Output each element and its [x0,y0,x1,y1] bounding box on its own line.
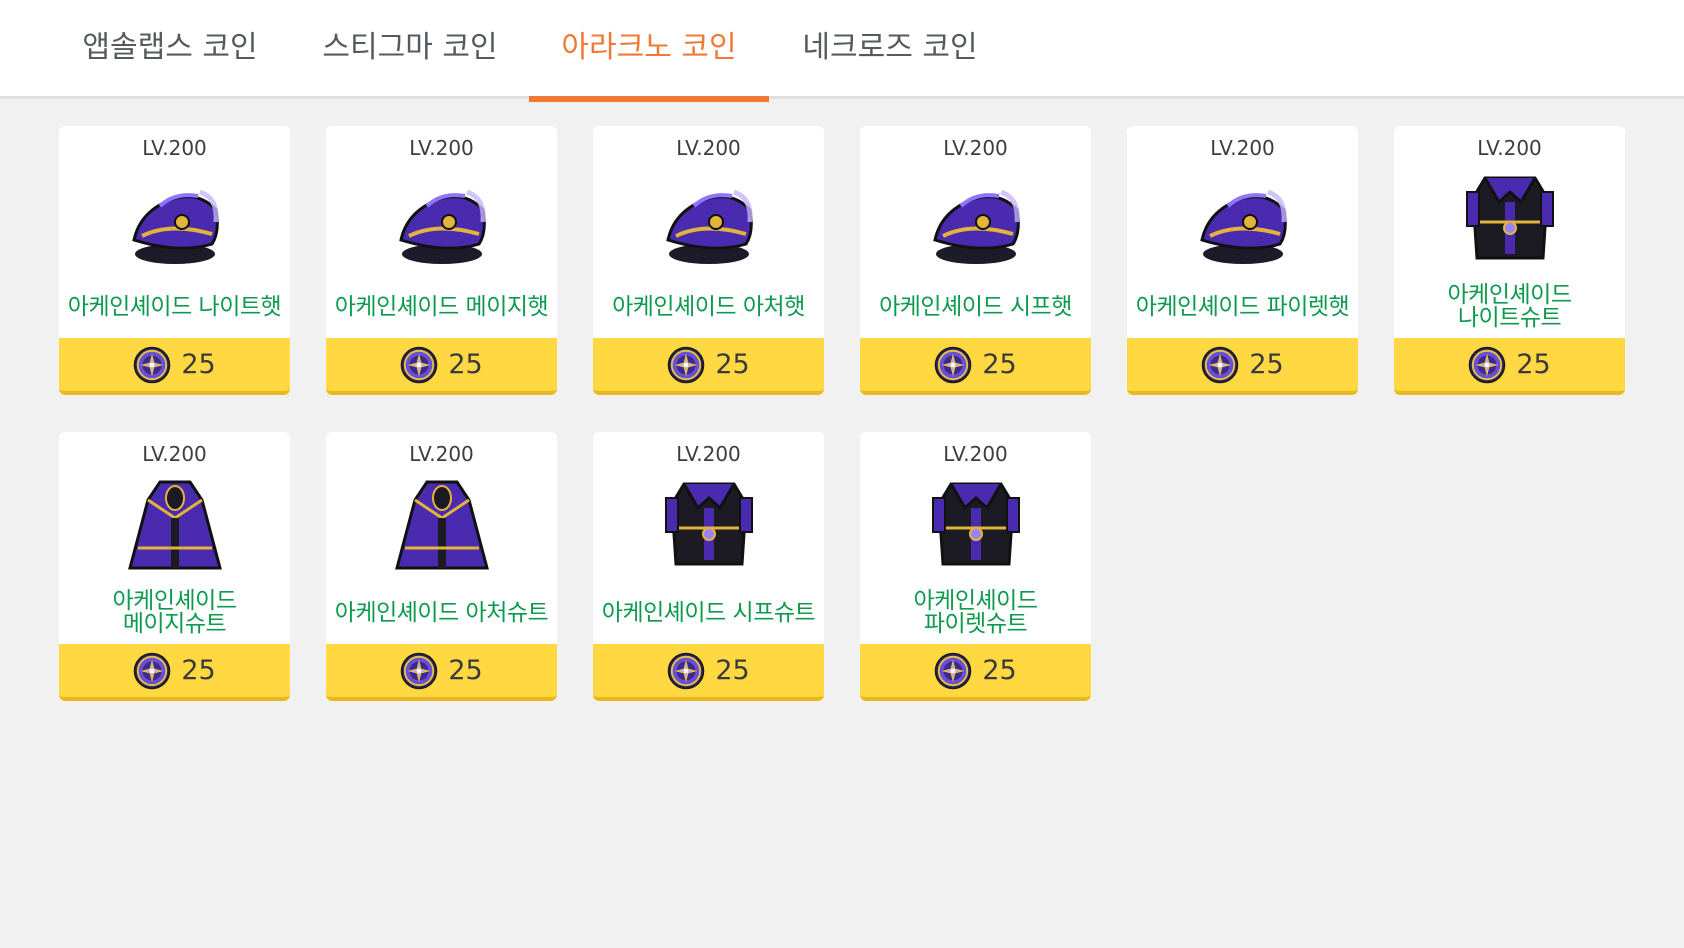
item-level: LV.200 [409,442,474,466]
item-grid: LV.200 아케인셰이드 나이트햇 25 LV.200 아케인셰이드 메이지햇… [59,126,1625,701]
suit-icon [921,468,1031,578]
item-name: 아케인셰이드 시프햇 [879,293,1072,320]
tab-arachno-coin[interactable]: 아라크노 코인 [529,0,769,102]
item-price: 25 [448,349,483,380]
item-level: LV.200 [409,136,474,160]
item-price-button[interactable]: 25 [860,644,1091,701]
tab-necro-coin[interactable]: 네크로즈 코인 [780,0,1000,99]
item-card[interactable]: LV.200 아케인셰이드 파이렛슈트 25 [860,432,1091,701]
robe-icon [387,468,497,578]
tab-stigma-coin[interactable]: 스티그마 코인 [300,0,520,99]
item-price-button[interactable]: 25 [59,338,290,395]
arcane-coin-icon [401,652,438,689]
item-price-button[interactable]: 25 [1394,338,1625,395]
item-name: 아케인셰이드 나이트슈트 [1447,282,1572,331]
item-level: LV.200 [943,442,1008,466]
item-card[interactable]: LV.200 아케인셰이드 시프햇 25 [860,126,1091,395]
hat-icon [1188,162,1298,272]
item-level: LV.200 [142,136,207,160]
arcane-coin-icon [1202,346,1239,383]
item-level: LV.200 [1210,136,1275,160]
item-card[interactable]: LV.200 아케인셰이드 아처햇 25 [593,126,824,395]
item-price: 25 [715,349,750,380]
item-name: 아케인셰이드 메이지슈트 [112,588,237,637]
item-card[interactable]: LV.200 아케인셰이드 파이렛햇 25 [1127,126,1358,395]
item-card[interactable]: LV.200 아케인셰이드 메이지슈트 25 [59,432,290,701]
arcane-coin-icon [668,652,705,689]
item-price: 25 [715,655,750,686]
item-price-button[interactable]: 25 [593,338,824,395]
arcane-coin-icon [401,346,438,383]
item-name: 아케인셰이드 시프슈트 [601,599,816,626]
item-level: LV.200 [142,442,207,466]
item-price-button[interactable]: 25 [1127,338,1358,395]
item-price: 25 [448,655,483,686]
arcane-coin-icon [668,346,705,383]
arcane-coin-icon [935,346,972,383]
item-name: 아케인셰이드 파이렛햇 [1135,293,1350,320]
item-level: LV.200 [943,136,1008,160]
item-price: 25 [982,655,1017,686]
item-price: 25 [181,655,216,686]
hat-icon [387,162,497,272]
arcane-coin-icon [935,652,972,689]
item-level: LV.200 [676,136,741,160]
tab-absolab-coin[interactable]: 앱솔랩스 코인 [60,0,280,99]
item-card[interactable]: LV.200 아케인셰이드 나이트슈트 25 [1394,126,1625,395]
item-price: 25 [1516,349,1551,380]
item-name: 아케인셰이드 아처슈트 [334,599,549,626]
item-card[interactable]: LV.200 아케인셰이드 메이지햇 25 [326,126,557,395]
item-price-button[interactable]: 25 [326,644,557,701]
arcane-coin-icon [1469,346,1506,383]
item-name: 아케인셰이드 메이지햇 [334,293,549,320]
arcane-coin-icon [134,346,171,383]
suit-icon [654,468,764,578]
item-price-button[interactable]: 25 [860,338,1091,395]
suit-icon [1455,162,1565,272]
coin-tab-bar: 앱솔랩스 코인 스티그마 코인 아라크노 코인 네크로즈 코인 [0,0,1684,102]
item-price-button[interactable]: 25 [593,644,824,701]
hat-icon [654,162,764,272]
item-name: 아케인셰이드 파이렛슈트 [913,588,1038,637]
arcane-coin-icon [134,652,171,689]
item-price: 25 [1249,349,1284,380]
hat-icon [120,162,230,272]
item-price: 25 [982,349,1017,380]
item-card[interactable]: LV.200 아케인셰이드 아처슈트 25 [326,432,557,701]
item-level: LV.200 [676,442,741,466]
item-name: 아케인셰이드 아처햇 [612,293,805,320]
hat-icon [921,162,1031,272]
item-card[interactable]: LV.200 아케인셰이드 시프슈트 25 [593,432,824,701]
item-price-button[interactable]: 25 [59,644,290,701]
item-price: 25 [181,349,216,380]
item-name: 아케인셰이드 나이트햇 [67,293,282,320]
item-card[interactable]: LV.200 아케인셰이드 나이트햇 25 [59,126,290,395]
robe-icon [120,468,230,578]
item-level: LV.200 [1477,136,1542,160]
item-price-button[interactable]: 25 [326,338,557,395]
